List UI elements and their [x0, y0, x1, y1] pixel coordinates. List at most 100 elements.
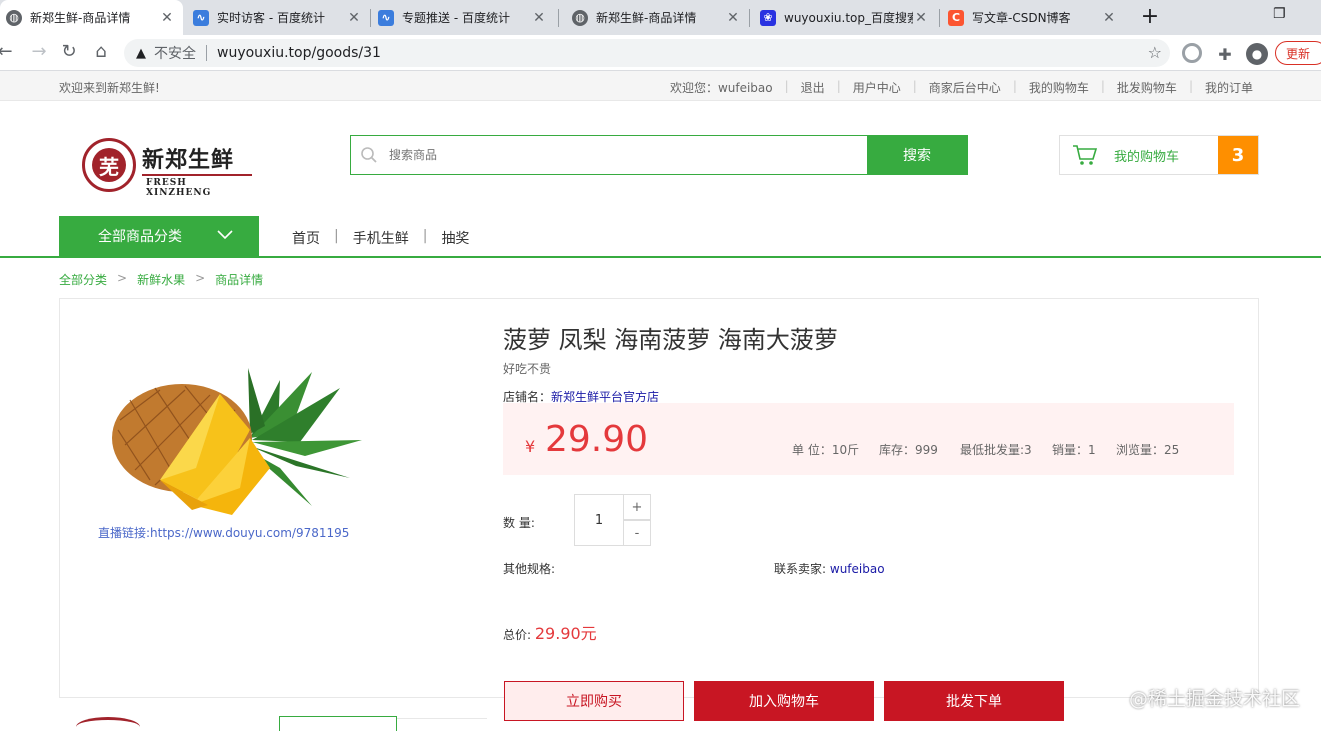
tab-divider	[558, 9, 559, 27]
nav-home[interactable]: 首页	[292, 228, 320, 248]
tab-label: 新郑生鲜-商品详情	[596, 11, 697, 25]
buy-now-button[interactable]: 立即购买	[504, 681, 684, 721]
browser-toolbar: ← → ↻ ⌂ ▲ 不安全 wuyouxiu.top/goods/31 ☆ ✚ …	[0, 35, 1321, 71]
browser-tab[interactable]: ∿ 实时访客 - 百度统计 ✕	[187, 0, 370, 35]
detail-tab-partial[interactable]	[279, 716, 397, 731]
address-bar[interactable]: ▲ 不安全 wuyouxiu.top/goods/31 ☆	[124, 39, 1170, 67]
browser-tab[interactable]: ◍ 新郑生鲜-商品详情 ✕	[0, 0, 183, 35]
close-icon[interactable]: ✕	[531, 10, 547, 26]
tab-label: wuyouxiu.top_百度搜索	[784, 11, 913, 25]
chevron-down-icon	[217, 228, 233, 244]
quantity-label: 数 量:	[503, 516, 535, 530]
emblem-char: 芜	[92, 148, 126, 182]
security-label[interactable]: 不安全	[154, 43, 196, 63]
detail-tab-partial[interactable]	[397, 718, 487, 730]
total-value: 29.90元	[534, 624, 597, 643]
sales-info: 销量：1	[1052, 443, 1096, 457]
logo-name: 新郑生鲜	[142, 147, 235, 173]
tab-label: 实时访客 - 百度统计	[217, 11, 325, 25]
csdn-icon: C	[948, 9, 964, 26]
omnibox-divider	[206, 45, 207, 61]
site-logo[interactable]: 芜 新郑生鲜 FRESH XINZHENG	[82, 138, 252, 198]
views-info: 浏览量：25	[1116, 443, 1180, 457]
search-bar: 搜索	[350, 135, 968, 175]
live-stream-link[interactable]: 直播链接:https://www.douyu.com/9781195	[98, 524, 349, 541]
breadcrumb-detail[interactable]: 商品详情	[215, 271, 263, 288]
breadcrumb-fruit[interactable]: 新鲜水果	[137, 271, 185, 288]
quantity-plus-button[interactable]: +	[623, 494, 651, 520]
search-icon	[351, 136, 387, 174]
my-orders-link[interactable]: 我的订单	[1199, 79, 1259, 96]
baidu-tongji-icon: ∿	[378, 9, 394, 26]
quantity-input[interactable]: 1	[574, 494, 624, 546]
reload-icon[interactable]: ↻	[58, 41, 80, 62]
breadcrumb-separator: >	[117, 271, 128, 285]
merchant-center-link[interactable]: 商家后台中心	[923, 79, 1007, 96]
separator: |	[1012, 79, 1017, 93]
store-logo-partial	[76, 717, 140, 737]
unit-info: 单 位：10斤	[792, 443, 860, 457]
close-icon[interactable]: ✕	[1101, 10, 1117, 26]
browser-tab[interactable]: ∿ 专题推送 - 百度统计 ✕	[372, 0, 555, 35]
currency-symbol: ¥	[525, 437, 536, 456]
search-input[interactable]	[387, 136, 867, 174]
batch-order-button[interactable]: 批发下单	[884, 681, 1064, 721]
nav-mobile-fresh[interactable]: 手机生鲜	[353, 228, 409, 248]
close-icon[interactable]: ✕	[725, 10, 741, 26]
tab-divider	[749, 9, 750, 27]
home-icon[interactable]: ⌂	[90, 41, 112, 62]
separator: |	[334, 228, 339, 244]
bookmark-star-icon[interactable]: ☆	[1148, 43, 1162, 62]
quantity-minus-button[interactable]: -	[623, 520, 651, 546]
all-categories-label: 全部商品分类	[98, 229, 182, 245]
logo-english: FRESH XINZHENG	[146, 178, 212, 198]
nav-lottery[interactable]: 抽奖	[441, 228, 469, 248]
welcome-text: 欢迎来到新郑生鲜!	[59, 81, 160, 95]
update-button[interactable]: 更新	[1275, 41, 1321, 65]
close-icon[interactable]: ✕	[346, 10, 362, 26]
extension-circle-icon[interactable]	[1182, 43, 1202, 63]
close-icon[interactable]: ✕	[913, 10, 929, 26]
total-price: 总价: 29.90元	[503, 620, 597, 644]
breadcrumb-separator: >	[195, 271, 206, 285]
user-center-link[interactable]: 用户中心	[847, 79, 907, 96]
top-links: 欢迎您：wufeibao | 退出 | 用户中心 | 商家后台中心 | 我的购物…	[664, 79, 1259, 96]
total-label: 总价:	[503, 628, 532, 642]
separator: |	[422, 228, 428, 244]
contact-label: 联系卖家:	[774, 562, 827, 576]
nav-links: 首页 | 手机生鲜 | 抽奖	[292, 228, 469, 248]
separator: |	[1188, 79, 1193, 93]
browser-tab[interactable]: ❀ wuyouxiu.top_百度搜索 ✕	[754, 0, 937, 35]
profile-avatar-icon[interactable]: ●	[1246, 43, 1268, 65]
cart-widget[interactable]: 我的购物车 3	[1059, 135, 1259, 175]
search-button[interactable]: 搜索	[867, 136, 967, 174]
university-emblem: 芜	[82, 138, 136, 192]
separator: |	[912, 79, 917, 93]
url-text[interactable]: wuyouxiu.top/goods/31	[217, 45, 381, 61]
tab-divider	[939, 9, 940, 27]
product-title: 菠萝 凤梨 海南菠萝 海南大菠萝	[503, 326, 838, 354]
forward-arrow-icon[interactable]: →	[28, 41, 50, 62]
stock-info: 库存：999	[879, 443, 938, 457]
watermark: @稀土掘金技术社区	[1129, 688, 1301, 710]
baidu-tongji-icon: ∿	[193, 9, 209, 26]
new-tab-button[interactable]: +	[1138, 4, 1162, 29]
seller-link[interactable]: wufeibao	[830, 562, 885, 576]
close-icon[interactable]: ✕	[159, 10, 175, 26]
add-to-cart-button[interactable]: 加入购物车	[694, 681, 874, 721]
globe-icon: ◍	[572, 9, 588, 26]
my-cart-link[interactable]: 我的购物车	[1023, 79, 1095, 96]
breadcrumb-all[interactable]: 全部分类	[59, 271, 107, 288]
batch-cart-link[interactable]: 批发购物车	[1111, 79, 1183, 96]
breadcrumb: 全部分类 > 新鲜水果 > 商品详情	[59, 271, 263, 288]
restore-window-icon[interactable]: ❐	[1273, 6, 1286, 22]
puzzle-icon[interactable]: ✚	[1214, 43, 1236, 65]
browser-tab[interactable]: ◍ 新郑生鲜-商品详情 ✕	[566, 0, 749, 35]
all-categories-button[interactable]: 全部商品分类	[59, 216, 259, 256]
separator: |	[784, 79, 789, 93]
product-image	[100, 360, 370, 515]
back-arrow-icon[interactable]: ←	[0, 41, 16, 62]
browser-tab[interactable]: C 写文章-CSDN博客 ✕	[942, 0, 1125, 35]
store-name-link[interactable]: 新郑生鲜平台官方店	[551, 390, 659, 404]
logout-link[interactable]: 退出	[795, 79, 831, 96]
